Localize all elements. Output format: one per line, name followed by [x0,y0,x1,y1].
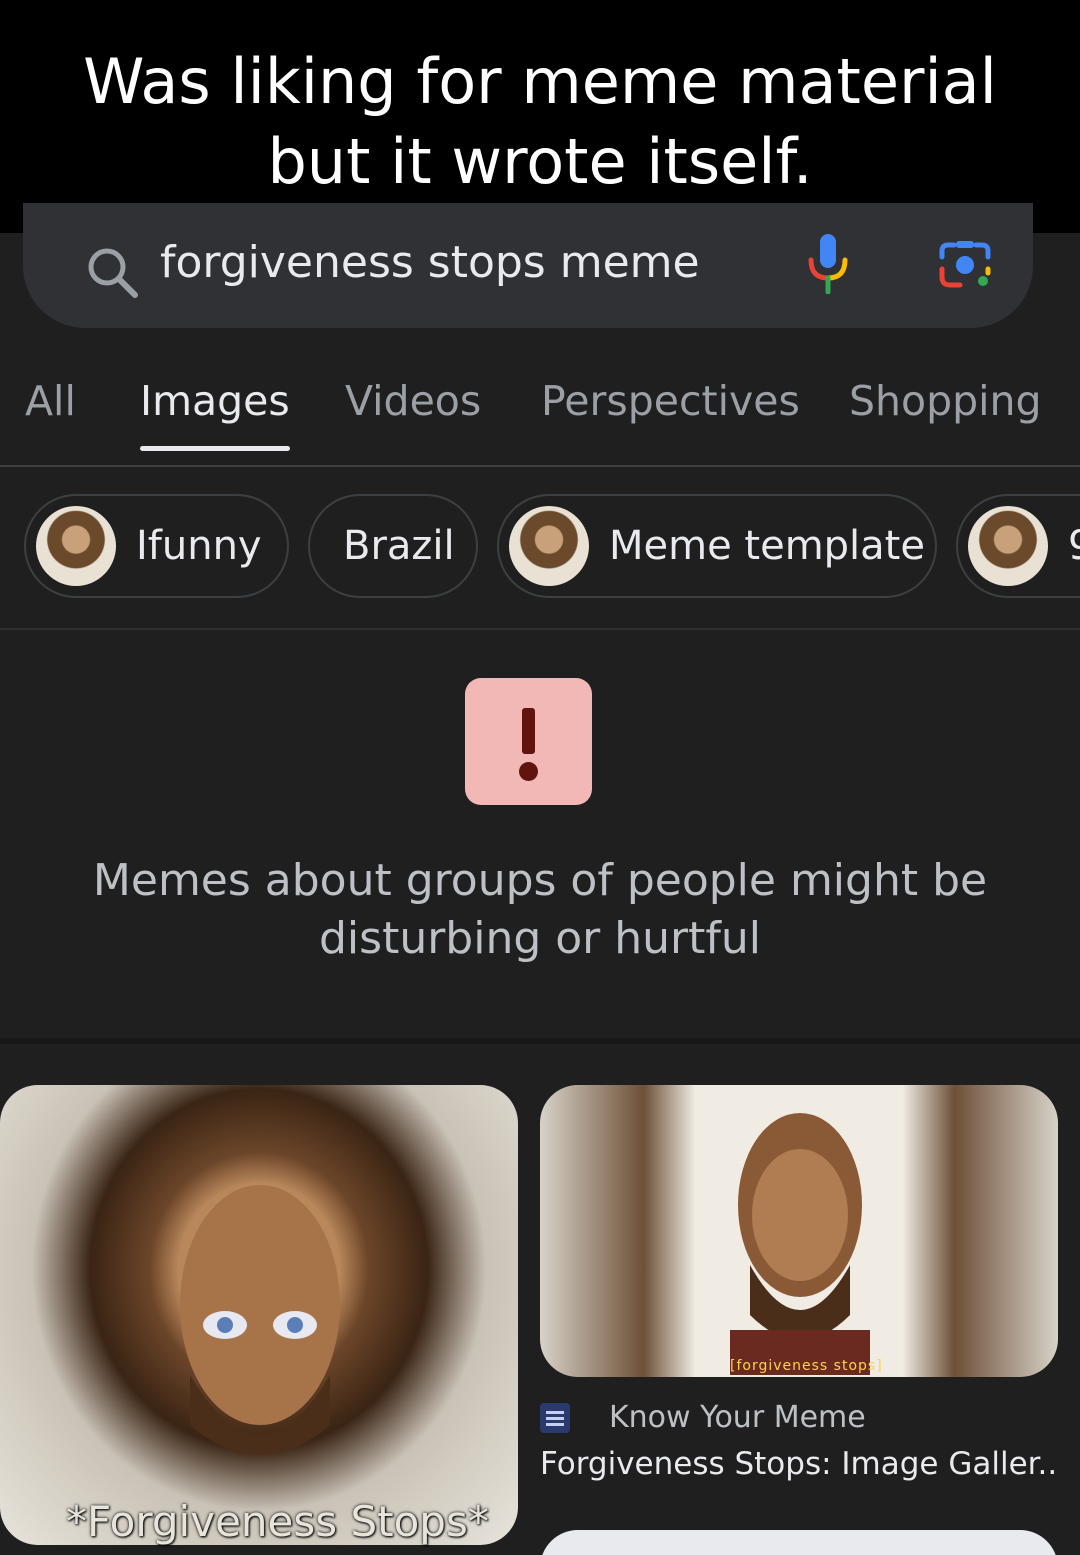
chip-partial[interactable]: 9 [956,494,1080,598]
tab-videos[interactable]: Videos [345,377,481,425]
caption-line-1: Was liking for meme material [83,45,997,118]
search-tabs: All Images Videos Perspectives Shopping [0,355,1080,467]
image-result-3[interactable] [540,1530,1058,1555]
divider [0,1038,1080,1044]
tab-shopping[interactable]: Shopping [849,377,1042,425]
face-illustration [180,1185,340,1455]
knowyourmeme-favicon-icon [540,1403,570,1433]
image-result-1[interactable] [0,1085,518,1545]
meme-caption: Was liking for meme material but it wrot… [0,0,1080,233]
search-icon[interactable] [83,243,141,301]
mic-icon[interactable] [805,232,851,294]
chip-ifunny[interactable]: Ifunny [24,494,289,598]
chip-label: Brazil [343,523,455,569]
search-input[interactable]: forgiveness stops meme [160,237,700,288]
chip-thumbnail [509,506,589,586]
content-warning-text: Memes about groups of people might be di… [92,855,988,964]
tab-all[interactable]: All [25,377,76,425]
image-overlay-text: *Forgiveness Stops* [66,1497,489,1546]
chip-label: Meme template [609,523,925,569]
result-source[interactable]: Know Your Meme [609,1400,866,1435]
filter-chips: Ifunny Brazil Meme template 9 [0,494,1080,600]
chip-thumbnail [968,506,1048,586]
chip-label: 9 [1068,523,1080,569]
face-illustration [730,1113,870,1375]
chip-thumbnail [36,506,116,586]
divider [0,628,1080,630]
tab-images[interactable]: Images [140,377,290,451]
tab-perspectives[interactable]: Perspectives [541,377,800,425]
lens-icon[interactable] [936,237,994,293]
chip-label: Ifunny [136,523,262,569]
image-embedded-text: [forgiveness stops] [730,1358,883,1374]
caption-line-2: but it wrote itself. [267,125,813,198]
result-title[interactable]: Forgiveness Stops: Image Galler... [540,1446,1060,1482]
exclamation-icon [465,678,592,805]
chip-meme-template[interactable]: Meme template [497,494,937,598]
chip-brazil[interactable]: Brazil [308,494,478,598]
image-result-2[interactable] [540,1085,1058,1377]
